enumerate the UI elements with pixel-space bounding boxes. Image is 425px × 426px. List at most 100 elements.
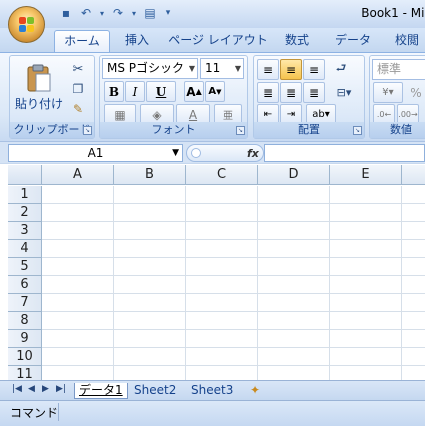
redo-dropdown-icon[interactable]: ▾ bbox=[130, 5, 138, 21]
tab-data[interactable]: データ bbox=[326, 30, 380, 52]
undo-icon[interactable]: ↶ bbox=[78, 5, 94, 21]
column-header-a[interactable]: A bbox=[42, 165, 114, 185]
row-header[interactable]: 6 bbox=[8, 276, 42, 294]
cell-area[interactable] bbox=[42, 186, 425, 380]
alignment-group-title: 配置 bbox=[298, 123, 320, 136]
wrap-text-icon[interactable]: ⮐ bbox=[330, 59, 352, 80]
column-header-f[interactable] bbox=[402, 165, 425, 185]
column-header-c[interactable]: C bbox=[186, 165, 258, 185]
percent-style-button[interactable]: % bbox=[406, 82, 425, 103]
copy-icon[interactable]: ❐ bbox=[68, 80, 88, 98]
column-header-d[interactable]: D bbox=[258, 165, 330, 185]
font-group-label: フォント ↘ bbox=[100, 122, 247, 138]
cut-icon[interactable]: ✂ bbox=[68, 60, 88, 78]
name-box[interactable]: A1 ▼ bbox=[8, 144, 183, 162]
row-header[interactable]: 3 bbox=[8, 222, 42, 240]
print-preview-icon[interactable]: ▤ bbox=[142, 5, 158, 21]
office-button[interactable] bbox=[8, 6, 45, 43]
bold-button[interactable]: B bbox=[104, 81, 124, 102]
alignment-launcher-icon[interactable]: ↘ bbox=[353, 126, 362, 135]
font-name-select[interactable]: MS Pゴシック ▼ bbox=[102, 58, 198, 79]
align-left-icon[interactable]: ≣ bbox=[257, 82, 279, 103]
insert-sheet-icon[interactable]: ✦ bbox=[246, 383, 264, 399]
font-size-select[interactable]: 11 ▼ bbox=[200, 58, 244, 79]
row-header[interactable]: 7 bbox=[8, 294, 42, 312]
align-bottom-icon[interactable]: ≡ bbox=[303, 59, 325, 80]
alignment-group-label: 配置 ↘ bbox=[254, 122, 364, 138]
underline-button[interactable]: U bbox=[146, 81, 176, 102]
sheet-tab-data1[interactable]: データ1 bbox=[74, 383, 128, 399]
tab-insert[interactable]: 挿入 bbox=[114, 30, 160, 52]
shrink-font-icon[interactable]: A ▼ bbox=[205, 81, 225, 102]
column-header-b[interactable]: B bbox=[114, 165, 186, 185]
sheet-tab-sheet3[interactable]: Sheet3 bbox=[187, 383, 237, 399]
window-title: Book1 - Mic bbox=[361, 6, 425, 20]
format-painter-icon[interactable]: ✎ bbox=[68, 100, 88, 118]
row-header[interactable]: 11 bbox=[8, 366, 42, 380]
row-header[interactable]: 10 bbox=[8, 348, 42, 366]
clipboard-group: 貼り付け ✂ ❐ ✎ クリップボード ↘ bbox=[9, 55, 95, 139]
row-header[interactable]: 5 bbox=[8, 258, 42, 276]
quick-access-toolbar: ▪ ↶ ▾ ↷ ▾ ▤ ▾ bbox=[58, 5, 174, 21]
clipboard-launcher-icon[interactable]: ↘ bbox=[83, 126, 92, 135]
status-divider bbox=[58, 403, 59, 421]
merge-center-icon[interactable]: ⊟▾ bbox=[330, 82, 358, 103]
chevron-down-icon: ▼ bbox=[188, 64, 195, 73]
qat-customize-icon[interactable]: ▾ bbox=[162, 5, 174, 21]
number-group: 標準 ¥▾ % .0← .00→ 数値 bbox=[369, 55, 425, 139]
tab-review[interactable]: 校閲 bbox=[386, 30, 425, 52]
select-all-button[interactable] bbox=[8, 165, 42, 185]
clipboard-group-label: クリップボード ↘ bbox=[10, 122, 94, 138]
save-icon[interactable]: ▪ bbox=[58, 5, 74, 21]
sheet-tab-sheet2[interactable]: Sheet2 bbox=[130, 383, 180, 399]
row-header[interactable]: 9 bbox=[8, 330, 42, 348]
clipboard-group-title: クリップボード bbox=[13, 123, 91, 136]
font-size-value: 11 bbox=[205, 61, 221, 75]
next-sheet-icon[interactable]: ▶ bbox=[42, 384, 49, 394]
font-group-title: フォント bbox=[151, 123, 196, 136]
sheet-tab-bar: |◀ ◀ ▶ ▶| データ1 Sheet2 Sheet3 ✦ bbox=[0, 380, 425, 400]
grow-font-icon[interactable]: A ▲ bbox=[184, 81, 204, 102]
tab-home[interactable]: ホーム bbox=[54, 30, 110, 52]
ribbon: 貼り付け ✂ ❐ ✎ クリップボード ↘ MS Pゴシック ▼ 11 ▼ B I… bbox=[0, 52, 425, 141]
align-middle-icon[interactable]: ≡ bbox=[280, 59, 302, 80]
font-launcher-icon[interactable]: ↘ bbox=[236, 126, 245, 135]
paste-label: 貼り付け bbox=[14, 96, 63, 111]
formula-bar: A1 ▼ fx bbox=[0, 141, 425, 163]
number-format-select[interactable]: 標準 bbox=[372, 59, 425, 80]
tab-formulas[interactable]: 数式 bbox=[274, 30, 320, 52]
font-name-value: MS Pゴシック bbox=[107, 61, 185, 75]
tab-page-layout[interactable]: ページ レイアウト bbox=[168, 30, 268, 52]
formula-input[interactable] bbox=[264, 144, 425, 162]
status-mode: コマンド bbox=[10, 406, 59, 420]
redo-icon[interactable]: ↷ bbox=[110, 5, 126, 21]
status-bar: コマンド bbox=[0, 400, 425, 426]
align-right-icon[interactable]: ≣ bbox=[303, 82, 325, 103]
row-header[interactable]: 1 bbox=[8, 186, 42, 204]
column-header-e[interactable]: E bbox=[330, 165, 402, 185]
undo-dropdown-icon[interactable]: ▾ bbox=[98, 5, 106, 21]
row-header[interactable]: 2 bbox=[8, 204, 42, 222]
office-logo-icon bbox=[19, 17, 34, 32]
worksheet-grid[interactable]: A B C D E 1 2 3 4 5 6 7 8 9 10 11 bbox=[0, 164, 425, 380]
row-header[interactable]: 8 bbox=[8, 312, 42, 330]
row-header[interactable]: 4 bbox=[8, 240, 42, 258]
expand-icon[interactable] bbox=[191, 148, 201, 158]
insert-function-button[interactable]: fx bbox=[247, 145, 259, 162]
italic-button[interactable]: I bbox=[125, 81, 145, 102]
align-top-icon[interactable]: ≡ bbox=[257, 59, 279, 80]
last-sheet-icon[interactable]: ▶| bbox=[56, 384, 66, 394]
font-group: MS Pゴシック ▼ 11 ▼ B I U A ▲ A ▼ ▦ ◈ A 亜 フォント… bbox=[99, 55, 248, 139]
prev-sheet-icon[interactable]: ◀ bbox=[28, 384, 35, 394]
paste-button[interactable]: 貼り付け bbox=[14, 58, 64, 116]
number-group-label: 数値 bbox=[370, 122, 425, 138]
chevron-down-icon[interactable]: ▼ bbox=[172, 145, 179, 161]
alignment-group: ≡ ≡ ≡ ⮐ ≣ ≣ ≣ ⊟▾ ⇤ ⇥ ab▾ 配置 ↘ bbox=[253, 55, 365, 139]
paste-icon bbox=[27, 64, 51, 91]
first-sheet-icon[interactable]: |◀ bbox=[12, 384, 22, 394]
align-center-icon[interactable]: ≣ bbox=[280, 82, 302, 103]
number-group-title: 数値 bbox=[390, 123, 412, 136]
formula-bar-toggle[interactable]: fx bbox=[186, 144, 264, 162]
accounting-format-icon[interactable]: ¥▾ bbox=[373, 82, 403, 103]
name-box-value: A1 bbox=[87, 146, 104, 160]
